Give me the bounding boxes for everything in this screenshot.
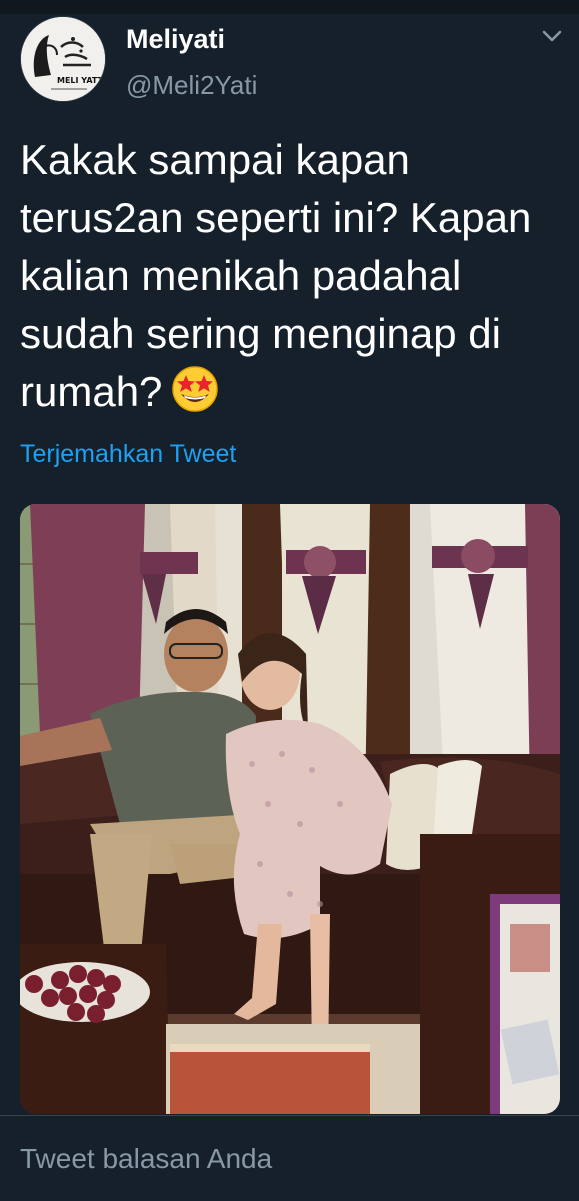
- author-handle[interactable]: @Meli2Yati: [126, 70, 257, 101]
- chevron-down-icon[interactable]: [540, 24, 564, 48]
- tweet-photo[interactable]: [20, 504, 560, 1114]
- avatar[interactable]: MELI YATT: [20, 16, 106, 102]
- tweet-text-content: Kakak sampai kapan terus2an seperti ini?…: [20, 136, 532, 415]
- svg-text:MELI YATT: MELI YATT: [57, 76, 104, 85]
- status-strip: [0, 0, 579, 14]
- star-struck-emoji-icon: [170, 364, 220, 429]
- reply-input[interactable]: Tweet balasan Anda: [20, 1143, 272, 1175]
- author-name[interactable]: Meliyati: [126, 24, 225, 55]
- reply-bar: Tweet balasan Anda: [0, 1115, 579, 1201]
- tweet-text: Kakak sampai kapan terus2an seperti ini?…: [20, 131, 560, 429]
- translate-tweet-link[interactable]: Terjemahkan Tweet: [20, 440, 236, 469]
- photo-icon: [20, 504, 560, 1114]
- avatar-logo-icon: MELI YATT: [21, 17, 105, 101]
